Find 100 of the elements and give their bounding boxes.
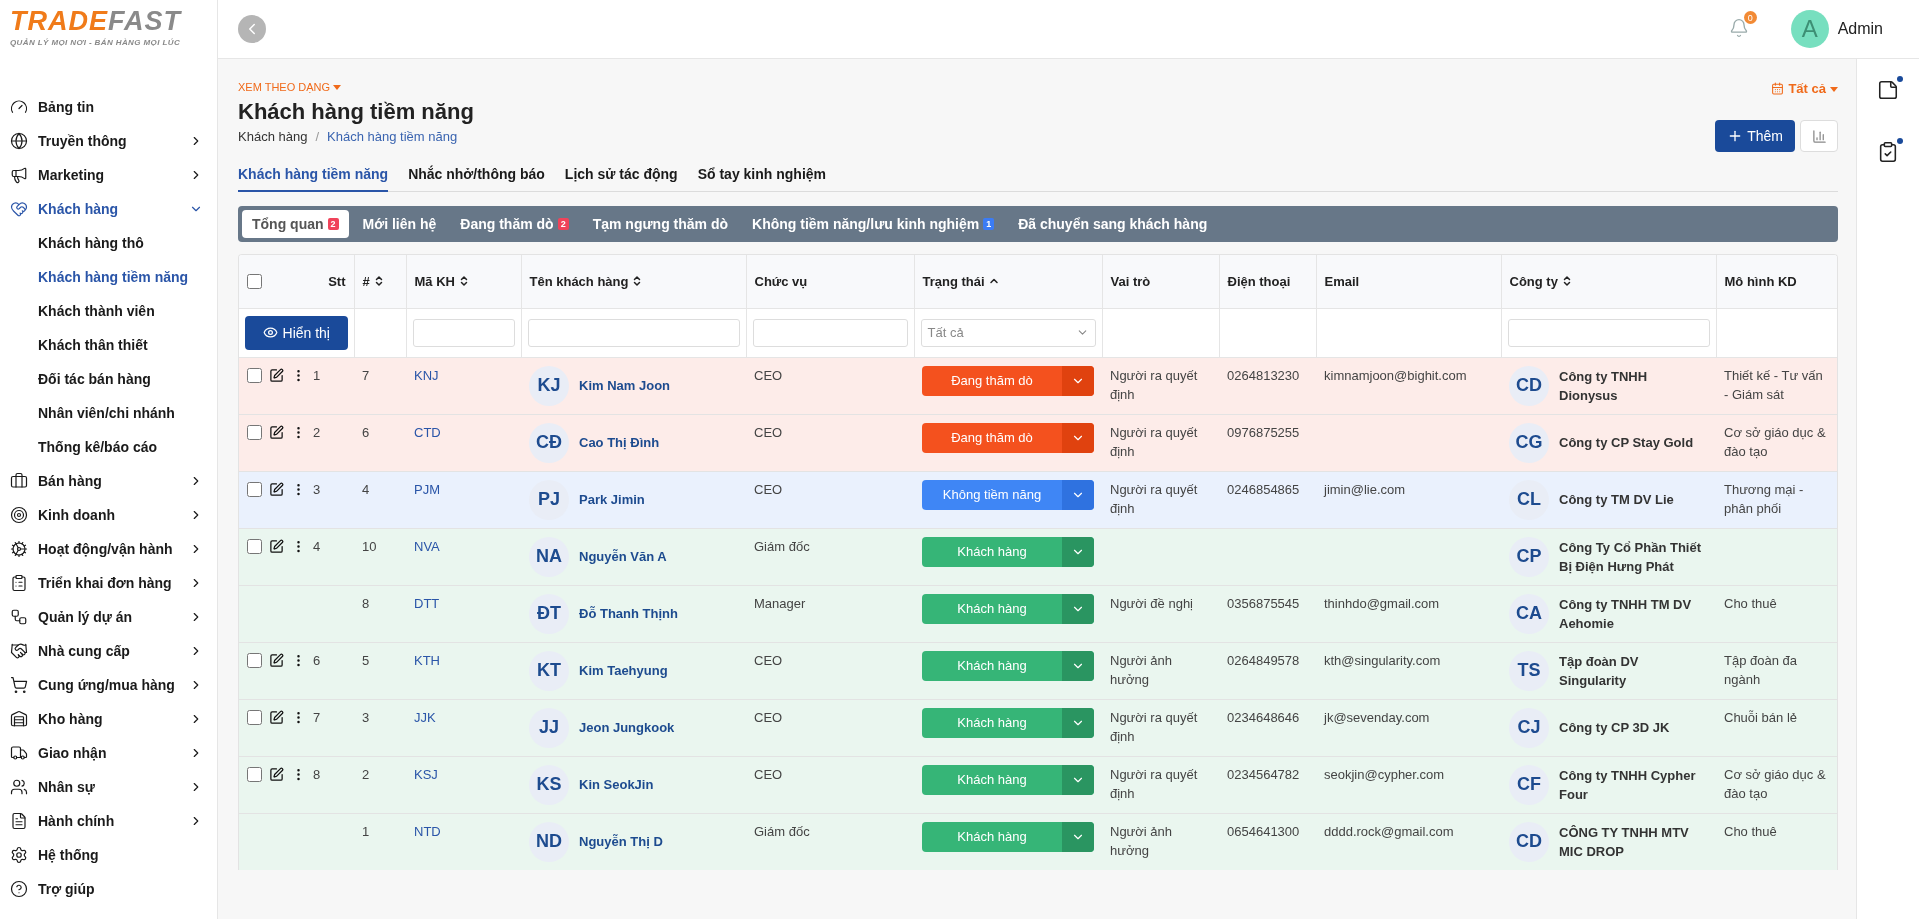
customer-name[interactable]: Kim Nam Joon	[579, 376, 670, 395]
sidebar-item[interactable]: Quản lý dự án	[0, 600, 217, 634]
sidebar-item[interactable]: Kho hàng	[0, 702, 217, 736]
sidebar-subitem[interactable]: Khách thành viên	[0, 294, 217, 328]
row-checkbox[interactable]	[247, 538, 262, 554]
sidebar-item[interactable]: Hành chính	[0, 804, 217, 838]
status-tab[interactable]: Đang thăm dò 2	[450, 210, 579, 238]
company-name: Công ty CP Stay Gold	[1559, 434, 1694, 452]
breadcrumb-link[interactable]: Khách hàng	[238, 129, 308, 144]
clipboard-icon	[10, 574, 28, 592]
sidebar-item[interactable]: Truyền thông	[0, 124, 217, 158]
customer-name[interactable]: Park Jimin	[579, 490, 645, 509]
customer-code[interactable]: NTD	[414, 821, 513, 841]
customer-code[interactable]: DTT	[414, 593, 513, 613]
bar-chart-icon	[1811, 128, 1827, 144]
status-dropdown[interactable]: Không tiềm năng	[922, 479, 1094, 510]
sidebar-item[interactable]: Marketing	[0, 158, 217, 192]
user-name[interactable]: Admin	[1837, 20, 1883, 38]
initials-avatar: CL	[1509, 479, 1549, 520]
tab[interactable]: Nhắc nhở/thông báo	[408, 156, 545, 192]
customer-code[interactable]: JJK	[414, 707, 513, 727]
status-tab[interactable]: Tổng quan 2	[242, 210, 349, 238]
table-cell-text: 0246854865	[1227, 480, 1301, 499]
sidebar-subitem[interactable]: Đối tác bán hàng	[0, 362, 217, 396]
initials-avatar: CD	[1509, 365, 1549, 406]
table-cell-text: Manager	[754, 594, 807, 613]
customer-code[interactable]: KTH	[414, 650, 513, 670]
customer-name[interactable]: Cao Thị Đình	[579, 433, 660, 452]
column-header[interactable]: Tên khách hàng	[521, 255, 746, 308]
status-tab[interactable]: Đã chuyển sang khách hàng	[1008, 210, 1218, 238]
filter-field[interactable]	[527, 318, 740, 347]
sidebar-item[interactable]: Triển khai đơn hàng	[0, 566, 217, 600]
sidebar-item[interactable]: Nhân sự	[0, 770, 217, 804]
company-name: Công ty TM DV Lie	[1559, 491, 1674, 509]
column-header[interactable]: Mã KH	[406, 255, 521, 308]
edit-icon[interactable]	[269, 481, 284, 497]
row-number: 2	[313, 423, 321, 442]
column-header[interactable]: Trạng thái	[914, 255, 1102, 308]
edit-icon[interactable]	[269, 538, 284, 554]
status-tab[interactable]: Tạm ngưng thăm dò	[582, 210, 739, 238]
note-icon[interactable]	[1877, 79, 1899, 101]
row-checkbox[interactable]	[247, 424, 262, 440]
column-header[interactable]: #	[354, 255, 406, 308]
filter-field[interactable]	[752, 318, 908, 347]
row-checkbox[interactable]	[247, 766, 262, 782]
column-header[interactable]: Công ty	[1501, 255, 1716, 308]
calendar-icon[interactable]	[1771, 82, 1785, 95]
sidebar-item[interactable]: Hệ thống	[0, 838, 217, 872]
customer-name[interactable]: Kim Taehyung	[579, 661, 668, 680]
status-tab[interactable]: Mới liên hệ	[352, 210, 447, 238]
customer-code[interactable]: KSJ	[414, 764, 513, 784]
table-cell-text: jk@sevenday.com	[1324, 708, 1431, 727]
sidebar-item[interactable]: Bán hàng	[0, 464, 217, 498]
show-button[interactable]: Hiển thị	[245, 315, 348, 350]
select-all-checkbox[interactable]	[247, 273, 262, 289]
filter-field[interactable]	[1507, 318, 1710, 347]
edit-icon[interactable]	[269, 424, 284, 440]
customer-name[interactable]: Nguyễn Văn A	[579, 547, 667, 566]
sidebar-item[interactable]: Cung ứng/mua hàng	[0, 668, 217, 702]
sidebar-item[interactable]: Hoạt động/vận hành	[0, 532, 217, 566]
edit-icon[interactable]	[269, 652, 284, 668]
sidebar-item[interactable]: Giao nhận	[0, 736, 217, 770]
clipboard-check-icon[interactable]	[1877, 141, 1899, 163]
sidebar-subitem[interactable]: Khách thân thiết	[0, 328, 217, 362]
sidebar-subitem[interactable]: Khách hàng tiềm năng	[0, 260, 217, 294]
edit-icon[interactable]	[269, 709, 284, 725]
status-tab[interactable]: Không tiềm năng/lưu kinh nghiệm 1	[742, 210, 1005, 238]
row-checkbox[interactable]	[247, 709, 262, 725]
tab[interactable]: Khách hàng tiềm năng	[238, 156, 389, 192]
customer-name[interactable]: Đỗ Thanh Thịnh	[579, 604, 678, 623]
filter-field[interactable]	[412, 318, 515, 347]
sidebar-item[interactable]: Trợ giúp	[0, 872, 217, 906]
sidebar-item[interactable]: Kinh doanh	[0, 498, 217, 532]
row-checkbox[interactable]	[247, 481, 262, 497]
customer-name[interactable]: Nguyễn Thị D	[579, 832, 663, 851]
sidebar-item[interactable]: Khách hàng	[0, 192, 217, 226]
sidebar-subitem[interactable]: Nhân viên/chi nhánh	[0, 396, 217, 430]
tab[interactable]: Sổ tay kinh nghiệm	[697, 156, 827, 192]
customer-code[interactable]: CTD	[414, 422, 513, 442]
document-icon	[10, 812, 28, 830]
customer-code[interactable]: NVA	[414, 536, 513, 556]
customer-name[interactable]: Jeon Jungkook	[579, 718, 675, 737]
filter-select[interactable]: Tất cả	[920, 318, 1096, 347]
tab[interactable]: Lịch sử tác động	[564, 156, 678, 192]
add-button[interactable]: Thêm	[1715, 120, 1795, 152]
caret-icon[interactable]	[333, 83, 342, 91]
edit-icon[interactable]	[269, 367, 284, 383]
breadcrumb-link[interactable]: Khách hàng tiềm năng	[327, 129, 458, 144]
row-checkbox[interactable]	[247, 652, 262, 668]
gauge-icon	[10, 98, 28, 116]
sidebar-subitem[interactable]: Khách hàng thô	[0, 226, 217, 260]
row-checkbox[interactable]	[247, 367, 262, 383]
edit-icon[interactable]	[269, 766, 284, 782]
sidebar-item[interactable]: Bảng tin	[0, 90, 217, 124]
sidebar-item[interactable]: Nhà cung cấp	[0, 634, 217, 668]
caret-icon[interactable]	[1830, 84, 1838, 93]
sidebar-subitem[interactable]: Thống kê/báo cáo	[0, 430, 217, 464]
customer-code[interactable]: KNJ	[414, 365, 513, 385]
customer-code[interactable]: PJM	[414, 479, 513, 499]
customer-name[interactable]: Kin SeokJin	[579, 775, 654, 794]
